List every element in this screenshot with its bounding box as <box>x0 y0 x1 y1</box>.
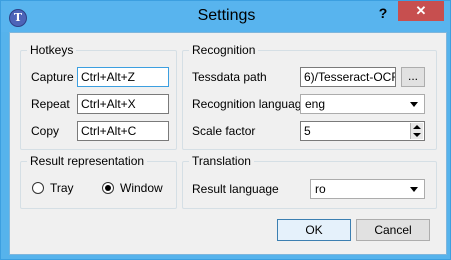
scale-factor-spinbox[interactable]: 5 <box>300 121 425 141</box>
recognition-group: Recognition Tessdata path 6)/Tesseract-O… <box>182 43 437 150</box>
recognition-group-label: Recognition <box>189 43 259 57</box>
chevron-down-icon <box>410 102 418 107</box>
result-representation-group-label: Result representation <box>27 154 148 168</box>
tray-radio[interactable] <box>32 182 44 194</box>
spin-arrows-icon[interactable] <box>410 123 423 139</box>
spin-up-icon[interactable] <box>413 125 421 129</box>
recognition-language-value: eng <box>305 97 326 111</box>
copy-label: Copy <box>31 124 60 138</box>
result-language-label: Result language <box>192 182 279 196</box>
hotkeys-group-label: Hotkeys <box>27 43 77 57</box>
capture-hotkey-field[interactable]: Ctrl+Alt+Z <box>77 67 169 87</box>
result-language-value: ro <box>315 182 326 196</box>
repeat-label: Repeat <box>31 97 70 111</box>
settings-window: T Settings ? ✕ Hotkeys Capture Ctrl+Alt+… <box>0 0 451 260</box>
spin-down-icon[interactable] <box>413 133 421 137</box>
window-radio[interactable] <box>102 182 114 194</box>
translation-group: Translation Result language ro <box>182 154 437 209</box>
tray-radio-label[interactable]: Tray <box>50 181 74 195</box>
hotkeys-group: Hotkeys Capture Ctrl+Alt+Z Repeat Ctrl+A… <box>20 43 177 150</box>
ok-button[interactable]: OK <box>277 219 351 241</box>
result-language-select[interactable]: ro <box>310 179 425 199</box>
recognition-language-select[interactable]: eng <box>300 94 425 114</box>
capture-label: Capture <box>31 70 74 84</box>
radio-selected-dot <box>105 185 111 191</box>
window-radio-label[interactable]: Window <box>120 181 163 195</box>
copy-hotkey-field[interactable]: Ctrl+Alt+C <box>77 121 169 141</box>
recognition-language-label: Recognition language <box>192 97 309 111</box>
result-representation-group: Result representation Tray Window <box>20 154 177 209</box>
title-bar: T Settings ? ✕ <box>1 1 450 32</box>
browse-button[interactable]: ... <box>401 67 425 87</box>
scale-factor-label: Scale factor <box>192 124 256 138</box>
tessdata-path-field[interactable]: 6)/Tesseract-OCR <box>300 67 396 87</box>
close-button[interactable]: ✕ <box>398 1 444 21</box>
help-button[interactable]: ? <box>369 3 397 23</box>
chevron-down-icon <box>410 187 418 192</box>
tessdata-path-label: Tessdata path <box>192 70 267 84</box>
cancel-button[interactable]: Cancel <box>356 219 430 241</box>
translation-group-label: Translation <box>189 154 254 168</box>
scale-factor-value: 5 <box>304 124 311 138</box>
dialog-body: Hotkeys Capture Ctrl+Alt+Z Repeat Ctrl+A… <box>9 32 447 255</box>
repeat-hotkey-field[interactable]: Ctrl+Alt+X <box>77 94 169 114</box>
